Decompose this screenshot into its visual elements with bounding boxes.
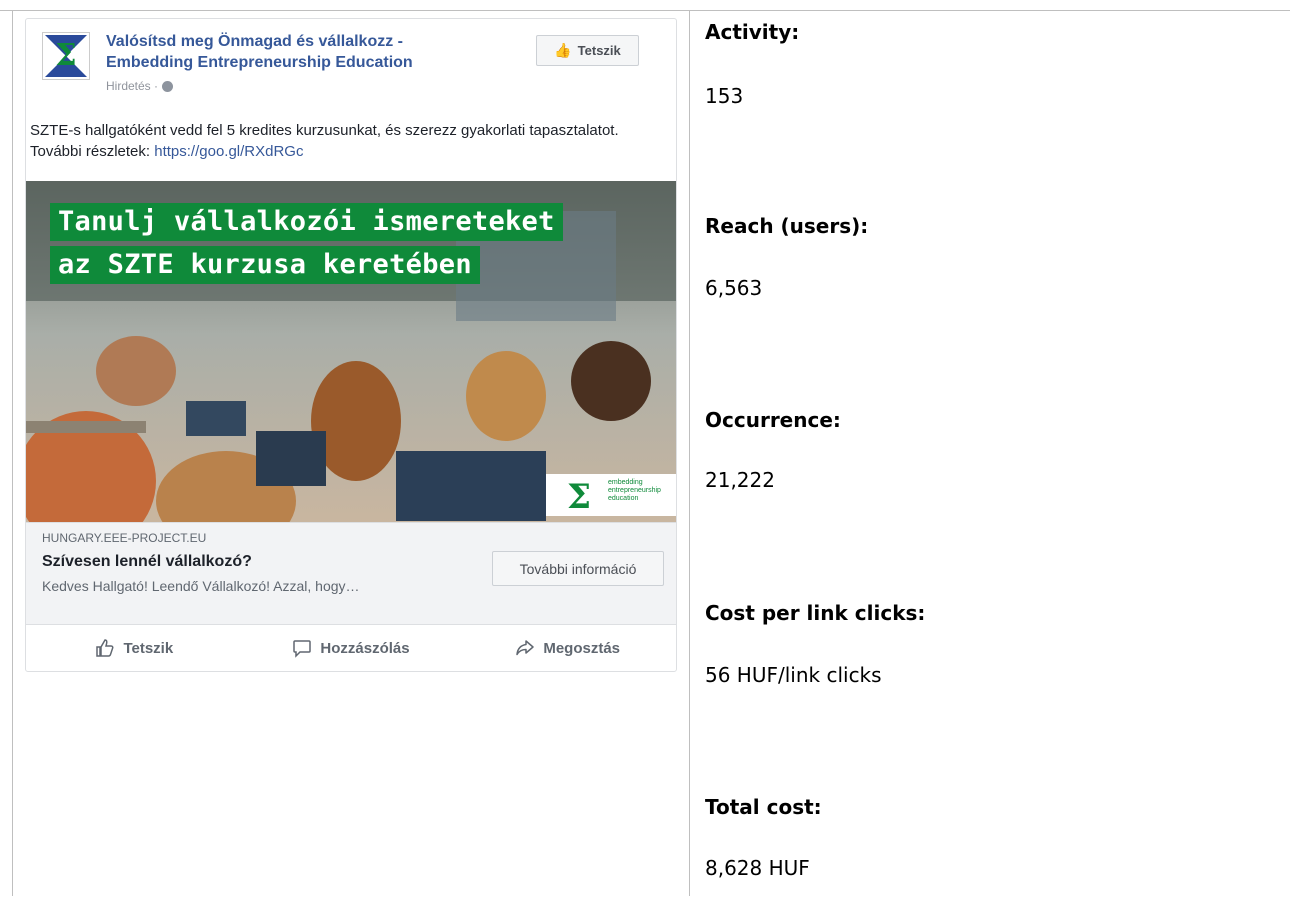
share-action-label: Megosztás xyxy=(543,639,621,657)
page-name-line1: Valósítsd meg Önmagad és vállalkozz - xyxy=(106,33,403,50)
like-page-button[interactable]: 👍 Tetszik xyxy=(536,35,639,66)
sponsored-label: Hirdetés · xyxy=(106,79,174,93)
total-cost-value: 8,628 HUF xyxy=(705,856,810,880)
cost-per-click-label: Cost per link clicks: xyxy=(705,601,926,625)
share-action-button[interactable]: Megosztás xyxy=(459,625,676,671)
table-left-border xyxy=(12,10,13,896)
post-link[interactable]: https://goo.gl/RXdRGc xyxy=(154,143,303,160)
svg-text:Σ: Σ xyxy=(567,477,591,516)
activity-label: Activity: xyxy=(705,20,800,44)
more-info-button[interactable]: További információ xyxy=(492,551,664,586)
page-logo[interactable]: Σ xyxy=(42,32,90,80)
eee-logo-text: embedding entrepreneurship education xyxy=(608,479,661,502)
comment-icon xyxy=(293,640,312,658)
table-column-divider xyxy=(689,10,690,896)
facebook-ad-card: Σ Valósítsd meg Önmagad és vállalkozz - … xyxy=(25,18,677,672)
sponsored-text: Hirdetés · xyxy=(106,79,159,93)
link-domain: HUNGARY.EEE-PROJECT.EU xyxy=(42,531,207,545)
cost-per-click-value: 56 HUF/link clicks xyxy=(705,663,882,687)
reach-label: Reach (users): xyxy=(705,214,869,238)
thumbs-up-icon xyxy=(96,639,114,657)
link-description: Kedves Hallgató! Leendő Vállalkozó! Azza… xyxy=(42,578,360,594)
image-banner-line1: Tanulj vállalkozói ismereteket xyxy=(50,203,563,241)
ad-image[interactable]: Tanulj vállalkozói ismereteket az SZTE k… xyxy=(26,181,676,522)
image-banner-line2: az SZTE kurzusa keretében xyxy=(50,246,480,284)
share-icon xyxy=(516,640,535,656)
like-page-label: Tetszik xyxy=(577,43,621,58)
like-action-button[interactable]: Tetszik xyxy=(26,625,243,671)
eee-sigma-icon: Σ xyxy=(567,477,591,516)
ad-header: Σ Valósítsd meg Önmagad és vállalkozz - … xyxy=(26,19,676,181)
page-name-link[interactable]: Valósítsd meg Önmagad és vállalkozz - Em… xyxy=(106,31,496,73)
post-body: SZTE-s hallgatóként vedd fel 5 kredites … xyxy=(30,122,619,160)
like-action-label: Tetszik xyxy=(123,639,174,657)
comment-action-button[interactable]: Hozzászólás xyxy=(243,625,460,671)
total-cost-label: Total cost: xyxy=(705,795,822,819)
link-preview[interactable]: HUNGARY.EEE-PROJECT.EU Szívesen lennél v… xyxy=(26,522,676,625)
post-text: SZTE-s hallgatóként vedd fel 5 kredites … xyxy=(30,120,670,162)
eee-logo: Σ embedding entrepreneurship education xyxy=(546,474,676,516)
post-actions: Tetszik Hozzászólás Megosztás xyxy=(26,625,676,671)
thumbs-up-icon: 👍 xyxy=(554,42,572,58)
svg-text:Σ: Σ xyxy=(55,38,76,73)
occurrence-label: Occurrence: xyxy=(705,408,841,432)
occurrence-value: 21,222 xyxy=(705,468,775,492)
page-name-line2: Embedding Entrepreneurship Education xyxy=(106,54,413,71)
comment-action-label: Hozzászólás xyxy=(320,639,410,657)
link-headline: Szívesen lennél vállalkozó? xyxy=(42,553,252,570)
activity-value: 153 xyxy=(705,84,744,108)
globe-icon xyxy=(162,80,174,92)
reach-value: 6,563 xyxy=(705,276,763,300)
